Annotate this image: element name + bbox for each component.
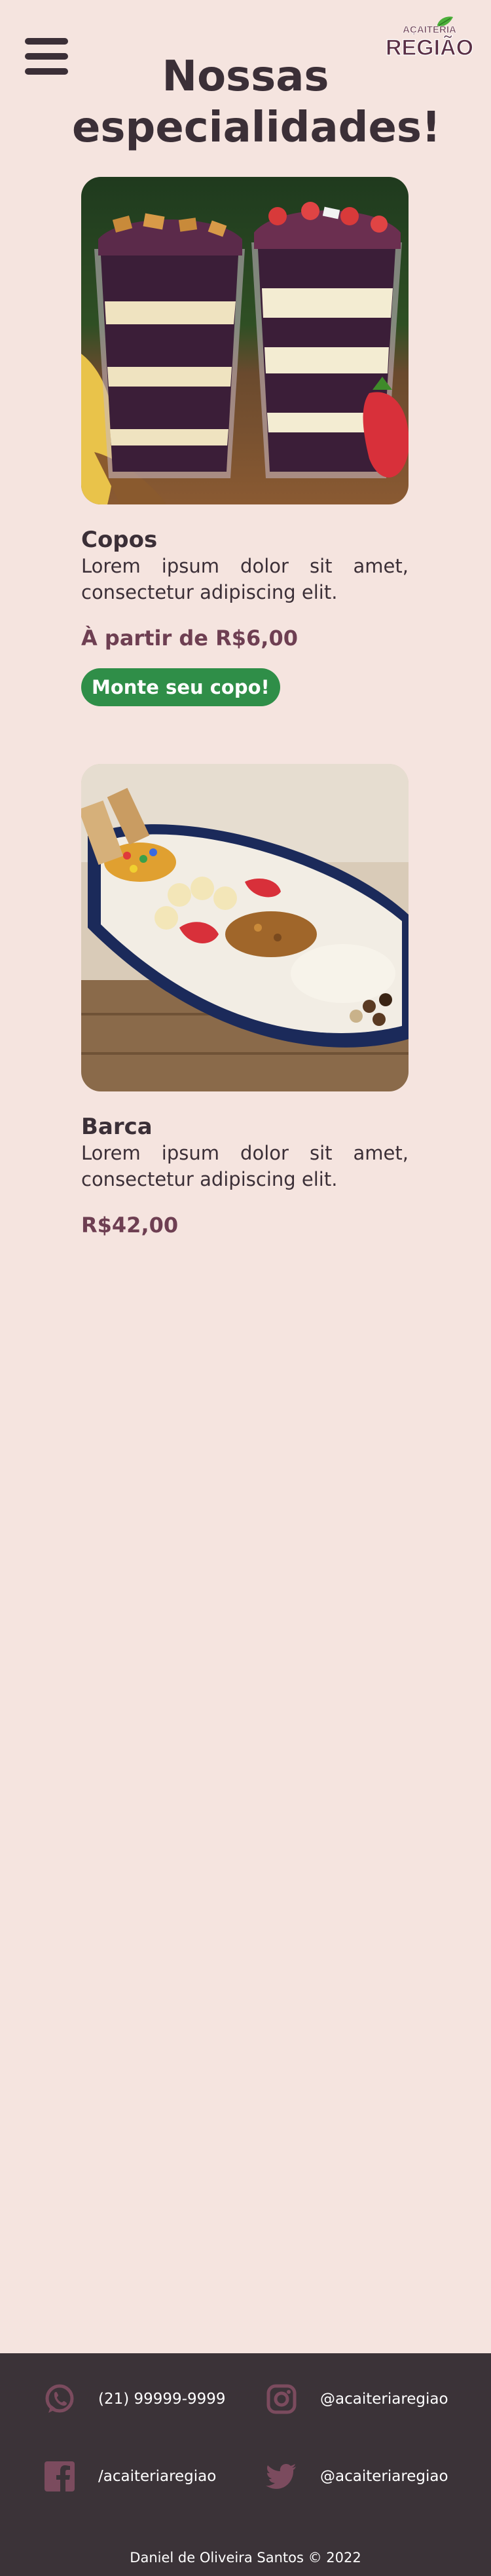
footer-twitter-link[interactable]: @acaiteriaregiao [265,2460,448,2493]
copyright-text: Daniel de Oliveira Santos © 2022 [130,2550,361,2566]
menu-bar [25,53,68,60]
twitter-icon [266,2464,296,2489]
product-description: Lorem ipsum dolor sit amet, consectetur … [81,1142,409,1190]
product-name: Barca [81,1114,153,1140]
menu-bar [25,38,68,45]
instagram-handle: @acaiteriaregiao [320,2391,448,2408]
menu-bar [25,68,68,75]
twitter-handle: @acaiteriaregiao [320,2468,448,2485]
copos-photo [81,177,409,504]
footer-facebook-link[interactable]: /acaiteriaregiao [43,2460,216,2493]
facebook-icon [45,2461,75,2491]
hamburger-menu-icon[interactable] [25,38,68,75]
product-price: R$42,00 [81,1213,179,1238]
instagram-icon [266,2384,297,2414]
page: AÇAITERIA REGIÃO Nossas especialidades! [0,0,491,2576]
monte-seu-copo-button[interactable]: Monte seu copo! [81,668,280,706]
whatsapp-icon [45,2384,74,2413]
product-name: Copos [81,527,158,553]
footer: (21) 99999-9999 @acaiteriaregiao /acaite… [0,2353,491,2576]
product-price: À partir de R$6,00 [81,626,298,651]
phone-number: (21) 99999-9999 [98,2391,226,2408]
product-card-barca: Barca Lorem ipsum dolor sit amet, consec… [81,764,409,1238]
footer-instagram-link[interactable]: @acaiteriaregiao [265,2383,448,2415]
logo-top-text: AÇAITERIA [403,24,456,35]
product-card-copos: Copos Lorem ipsum dolor sit amet, consec… [81,177,409,706]
product-description: Lorem ipsum dolor sit amet, consectetur … [81,555,409,603]
footer-phone-link[interactable]: (21) 99999-9999 [43,2383,226,2415]
facebook-handle: /acaiteriaregiao [98,2468,217,2485]
page-title: Nossas especialidades! [72,52,441,152]
barca-photo [81,764,409,1091]
